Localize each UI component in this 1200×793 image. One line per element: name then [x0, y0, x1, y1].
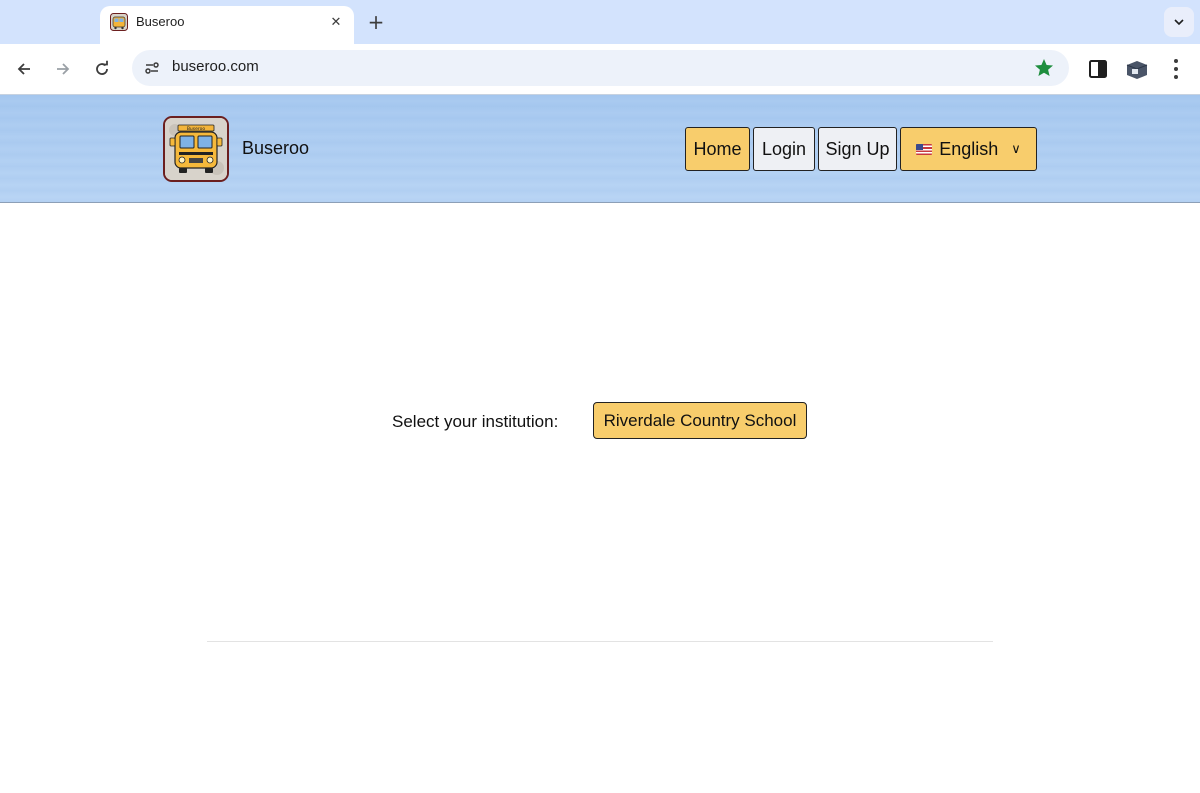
forward-button[interactable] [49, 55, 77, 83]
login-label: Login [761, 138, 807, 159]
plus-icon[interactable]: + [364, 10, 388, 34]
select-institution-label: Select your institution: [392, 412, 559, 431]
svg-text:Buseroo: Buseroo [187, 126, 206, 132]
url-text[interactable]: buseroo.com [172, 58, 259, 75]
tab-search-button[interactable] [1164, 7, 1194, 37]
back-button[interactable] [10, 55, 38, 83]
close-icon[interactable]: ✕ [326, 12, 346, 32]
forward-arrow-icon [57, 63, 70, 75]
reload-icon [96, 60, 108, 75]
tab-title: Buseroo [136, 14, 185, 29]
language-label: English [939, 138, 999, 159]
star-icon[interactable] [1033, 57, 1055, 79]
more-vert-icon[interactable] [1166, 57, 1186, 81]
flag-us-icon [916, 143, 933, 155]
address-bar[interactable]: buseroo.com [132, 50, 1069, 86]
signup-button[interactable]: Sign Up [818, 127, 897, 171]
bus-favicon-icon [110, 13, 128, 31]
extension-icon[interactable] [1124, 56, 1150, 82]
home-button[interactable]: Home [685, 127, 750, 171]
signup-label: Sign Up [825, 138, 890, 159]
site-logo[interactable]: Buseroo [163, 116, 229, 182]
browser-toolbar: buseroo.com [0, 44, 1200, 94]
footer-divider [207, 641, 993, 642]
institution-label: Riverdale Country School [603, 410, 797, 430]
bus-logo-icon: Buseroo [165, 118, 227, 180]
language-selector[interactable]: English ∨ [900, 127, 1037, 171]
back-arrow-icon [17, 63, 30, 75]
login-button[interactable]: Login [753, 127, 815, 171]
site-header: Buseroo Buseroo Home Login Sign Up Engli… [0, 95, 1200, 203]
side-panel-icon[interactable] [1086, 57, 1110, 81]
tab-strip: Buseroo ✕ + [0, 0, 1200, 44]
reload-button[interactable] [88, 55, 116, 83]
institution-button[interactable]: Riverdale Country School [593, 402, 807, 439]
chevron-down-icon [1174, 19, 1184, 26]
site-info-icon[interactable] [140, 56, 164, 80]
browser-tab[interactable]: Buseroo ✕ [100, 6, 354, 44]
home-label: Home [693, 138, 742, 159]
brand-name[interactable]: Buseroo [242, 138, 309, 159]
chevron-down-icon: ∨ [1011, 141, 1021, 157]
